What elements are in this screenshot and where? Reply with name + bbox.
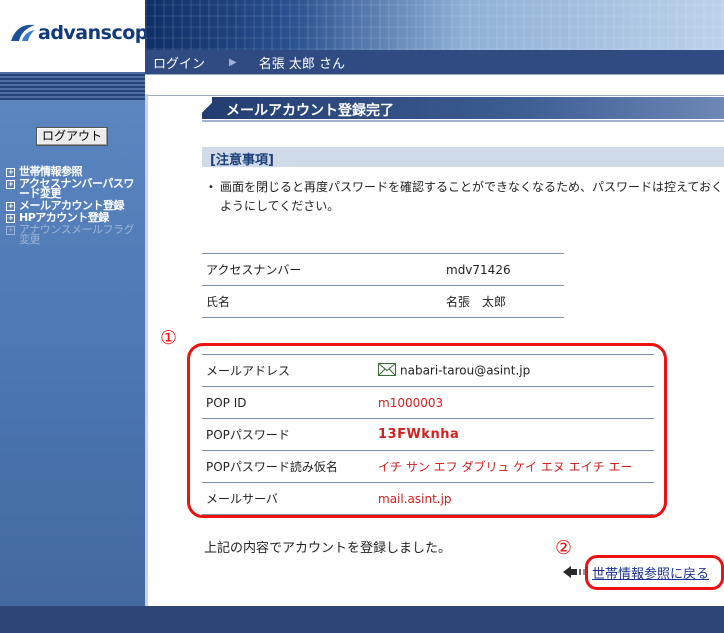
row-label: 氏名	[202, 285, 446, 318]
sidebar-item-mail-account-register[interactable]: + メールアカウント登録	[6, 199, 142, 212]
done-message: 上記の内容でアカウントを登録しました。	[204, 541, 452, 556]
header-divider	[145, 74, 724, 96]
logo-swoosh-icon	[11, 24, 35, 41]
expand-box-icon: +	[6, 226, 15, 235]
logout-button[interactable]: ログアウト	[36, 127, 108, 146]
table-row: 氏名 名張 太郎	[202, 285, 564, 318]
sidebar-item-label: HPアカウント登録	[19, 211, 109, 224]
sidebar-item-label: アナウンスメールフラグ変更	[19, 223, 135, 246]
logo-text: advanscope	[38, 22, 161, 44]
sidebar-item-label: アクセスナンバーパスワード変更	[19, 177, 134, 200]
expand-box-icon: +	[6, 168, 15, 177]
expand-box-icon: +	[6, 202, 15, 211]
expand-box-icon: +	[6, 180, 15, 189]
expand-box-icon: +	[6, 214, 15, 223]
row-label: アクセスナンバー	[202, 253, 446, 286]
annotation-mark-2: ②	[555, 537, 573, 559]
arrow-right-icon: ▶	[229, 56, 237, 68]
sidebar-item-label: メールアカウント登録	[19, 199, 125, 212]
sidebar-menu: + 世帯情報参照 + アクセスナンバーパスワード変更 + メールアカウント登録 …	[6, 165, 142, 247]
sidebar-item-hp-account-register[interactable]: + HPアカウント登録	[6, 211, 142, 224]
sidebar-item-household-info[interactable]: + 世帯情報参照	[6, 165, 142, 178]
bullet-icon: •	[208, 182, 214, 193]
login-label: ログイン	[153, 56, 206, 72]
row-value: 名張 太郎	[446, 285, 564, 318]
sidebar-item-access-password-change[interactable]: + アクセスナンバーパスワード変更	[6, 177, 142, 200]
footer-bar	[0, 606, 724, 633]
sidebar: ログアウト + 世帯情報参照 + アクセスナンバーパスワード変更 + メールアカ…	[0, 100, 145, 606]
advanscope-logo: advanscope	[10, 22, 161, 44]
sidebar-stripe	[0, 72, 145, 100]
logo-area: advanscope	[0, 0, 161, 72]
row-value: mdv71426	[446, 253, 564, 286]
header-banner	[145, 0, 724, 50]
sidebar-edge	[145, 94, 148, 606]
user-name: 名張 太郎 さん	[258, 56, 345, 72]
sidebar-item-label: 世帯情報参照	[19, 165, 83, 178]
page-title-bar: メールアカウント登録完了	[202, 97, 724, 119]
notice-text-block: • 画面を閉じると再度パスワードを確認することができなくなるため、パスワードは控…	[208, 178, 724, 216]
table-row: アクセスナンバー mdv71426	[202, 253, 564, 286]
title-underline	[202, 120, 724, 122]
user-bar: ログイン ▶ 名張 太郎 さん	[145, 50, 724, 74]
sidebar-item-announce-mail-flag: + アナウンスメールフラグ変更	[6, 223, 142, 246]
highlight-box-account	[187, 343, 667, 518]
highlight-box-back-link	[585, 555, 724, 590]
notice-text: 画面を閉じると再度パスワードを確認することができなくなるため、パスワードは控えて…	[220, 180, 724, 213]
annotation-mark-1: ①	[160, 327, 178, 349]
page-title: メールアカウント登録完了	[226, 103, 394, 119]
notice-header: [注意事項]	[202, 147, 724, 168]
notice-title: [注意事項]	[210, 153, 274, 168]
user-info-table: アクセスナンバー mdv71426 氏名 名張 太郎	[202, 253, 564, 318]
